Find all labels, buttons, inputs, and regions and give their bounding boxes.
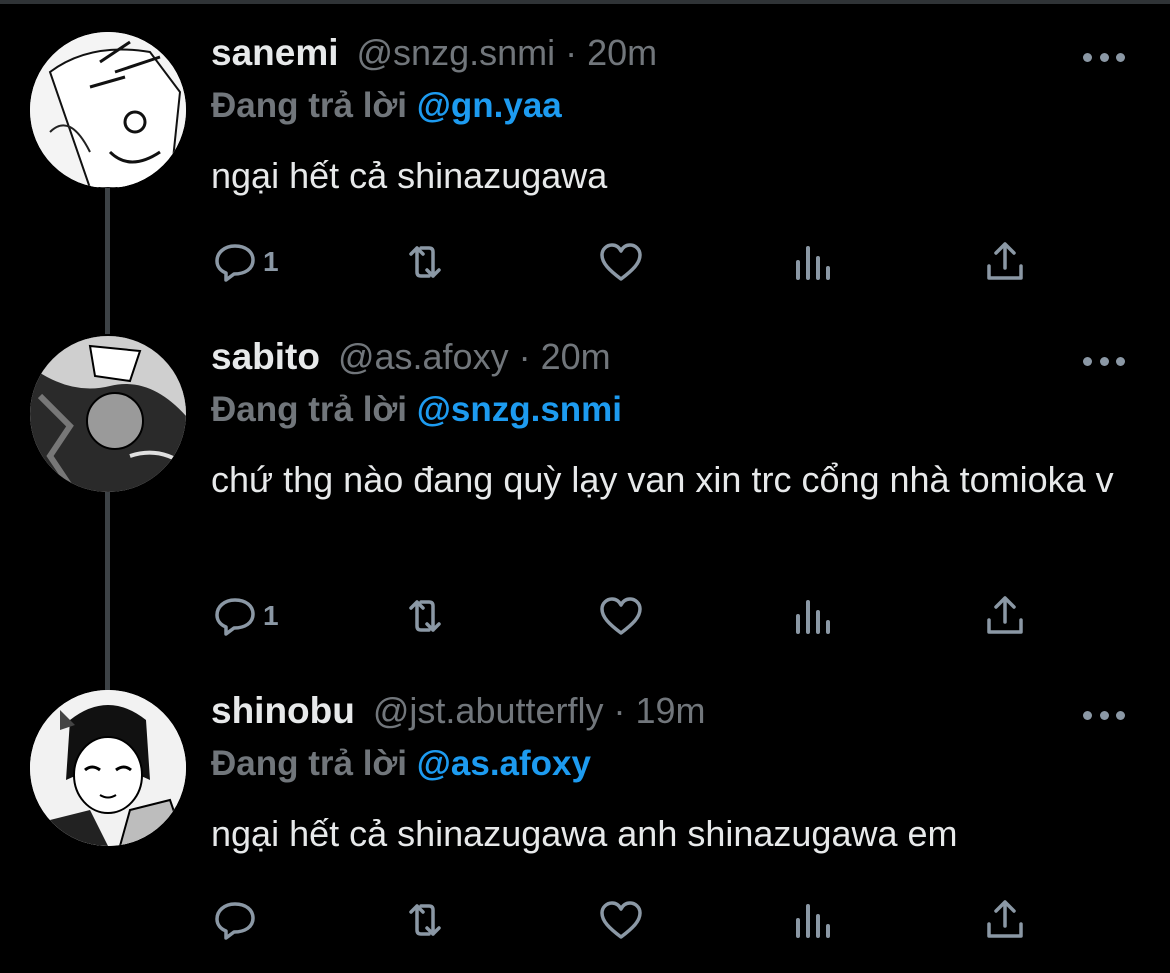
analytics-button[interactable] (789, 591, 837, 641)
reply-icon (211, 592, 259, 640)
reply-mention-link[interactable]: @as.afoxy (417, 744, 591, 783)
username[interactable]: @jst.abutterfly (373, 690, 604, 732)
top-border (0, 0, 1170, 4)
username[interactable]: @snzg.snmi (357, 32, 556, 74)
display-name[interactable]: sabito (211, 336, 320, 378)
reply-mention-link[interactable]: @gn.yaa (417, 86, 562, 125)
reply-mention-link[interactable]: @snzg.snmi (417, 390, 622, 429)
retweet-icon (401, 592, 449, 640)
share-button[interactable] (981, 591, 1029, 641)
tweet-actions (211, 895, 1041, 945)
avatar[interactable] (30, 336, 186, 492)
timestamp[interactable]: 20m (541, 336, 611, 378)
reply-button[interactable] (211, 895, 263, 945)
avatar[interactable] (30, 32, 186, 188)
like-button[interactable] (597, 237, 645, 287)
tweet-text: ngại hết cả shinazugawa anh shinazugawa … (211, 813, 958, 854)
tweet-text: chứ thg nào đang quỳ lạy van xin trc cổn… (211, 459, 1114, 500)
more-options-icon[interactable] (1083, 708, 1125, 722)
separator: · (565, 32, 578, 73)
retweet-button[interactable] (401, 237, 449, 287)
tweet-text: ngại hết cả shinazugawa (211, 155, 608, 196)
retweet-icon (401, 238, 449, 286)
replying-to-label: Đang trả lời (211, 390, 408, 429)
like-icon (597, 896, 645, 944)
retweet-button[interactable] (401, 895, 449, 945)
reply-count: 1 (263, 246, 279, 277)
thread-connector (105, 492, 110, 690)
reply-button[interactable]: 1 (211, 591, 279, 641)
replying-to-label: Đang trả lời (211, 86, 408, 125)
tweet-header: shinobu @jst.abutterfly · 19m (211, 690, 706, 750)
timestamp[interactable]: 19m (636, 690, 706, 732)
replying-to: Đang trả lời @gn.yaa (211, 86, 562, 126)
display-name[interactable]: sanemi (211, 32, 339, 74)
like-button[interactable] (597, 895, 645, 945)
reply-button[interactable]: 1 (211, 237, 279, 287)
replying-to: Đang trả lời @as.afoxy (211, 744, 591, 784)
avatar[interactable] (30, 690, 186, 846)
thread-connector (105, 186, 110, 334)
tweet-actions: 1 (211, 591, 1041, 641)
share-button[interactable] (981, 895, 1029, 945)
share-button[interactable] (981, 237, 1029, 287)
reply-icon (211, 896, 259, 944)
share-icon (981, 592, 1029, 640)
reply-icon (211, 238, 259, 286)
reply-count: 1 (263, 600, 279, 631)
share-icon (981, 238, 1029, 286)
separator: · (613, 690, 626, 731)
retweet-icon (401, 896, 449, 944)
analytics-button[interactable] (789, 237, 837, 287)
like-button[interactable] (597, 591, 645, 641)
analytics-icon (789, 896, 837, 944)
tweet-header: sabito @as.afoxy · 20m (211, 336, 611, 396)
tweet-header: sanemi @snzg.snmi · 20m (211, 32, 657, 92)
replying-to-label: Đang trả lời (211, 744, 408, 783)
timestamp[interactable]: 20m (587, 32, 657, 74)
analytics-icon (789, 592, 837, 640)
more-options-icon[interactable] (1083, 50, 1125, 64)
analytics-button[interactable] (789, 895, 837, 945)
tweet-actions: 1 (211, 237, 1041, 287)
separator: · (518, 336, 531, 377)
username[interactable]: @as.afoxy (338, 336, 509, 378)
share-icon (981, 896, 1029, 944)
display-name[interactable]: shinobu (211, 690, 355, 732)
like-icon (597, 592, 645, 640)
like-icon (597, 238, 645, 286)
analytics-icon (789, 238, 837, 286)
more-options-icon[interactable] (1083, 354, 1125, 368)
replying-to: Đang trả lời @snzg.snmi (211, 390, 622, 430)
retweet-button[interactable] (401, 591, 449, 641)
